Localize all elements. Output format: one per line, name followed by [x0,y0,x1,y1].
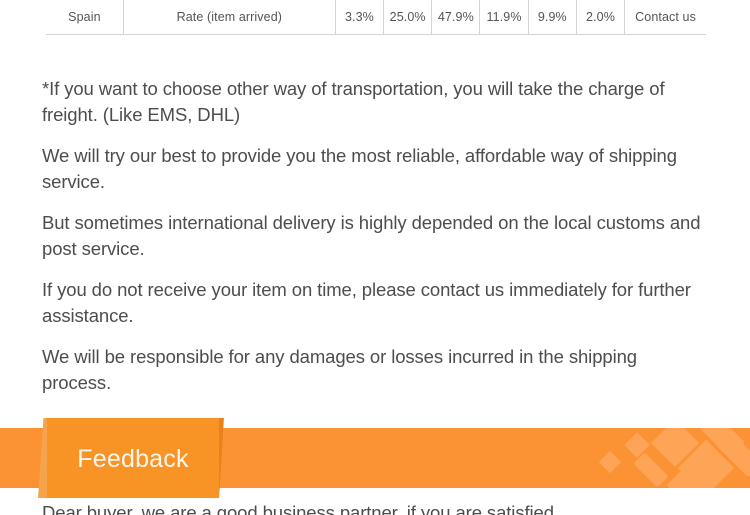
decorative-diamond-pattern [570,428,750,488]
shipping-notes: *If you want to choose other way of tran… [42,76,707,396]
note-paragraph-customs: But sometimes international delivery is … [42,212,701,259]
cell-pct-31-45: 11.9% [479,0,529,35]
shipping-rate-table: Canada Rate (item arrived) 0.0% 46.1% 30… [46,0,706,35]
table-row: Spain Rate (item arrived) 3.3% 25.0% 47.… [46,0,706,35]
cell-metric: Rate (item arrived) [122,0,336,35]
diamond-shape-icon [698,428,746,459]
feedback-intro-text-clipped: Dear buyer, we are a good business partn… [42,500,707,515]
diamond-shape-icon [650,428,700,468]
note-paragraph-reliable: We will try our best to provide you the … [42,145,677,192]
cell-pct-16-30: 47.9% [431,0,481,35]
diamond-shape-icon [715,430,750,478]
note-paragraph-freight: *If you want to choose other way of tran… [42,78,665,125]
cell-pct-60plus: 2.0% [575,0,626,35]
diamond-shape-icon [666,466,704,488]
diamond-shape-icon [633,452,669,488]
note-paragraph-contact: If you do not receive your item on time,… [42,279,691,326]
section-title-feedback: Feedback [77,444,189,473]
feedback-intro-paragraph: Dear buyer, we are a good business partn… [42,502,554,515]
ribbon-face: Feedback [47,418,219,498]
feedback-section-ribbon: Feedback [38,418,230,498]
rate-table: Canada Rate (item arrived) 0.0% 46.1% 30… [46,0,706,35]
diamond-shape-icon [598,450,622,474]
cell-pct-0-7: 3.3% [334,0,385,35]
rate-table-body: Canada Rate (item arrived) 0.0% 46.1% 30… [46,0,706,35]
cell-pct-8-15: 25.0% [383,0,433,35]
contact-us-link[interactable]: Contact us [624,0,706,35]
diamond-shape-icon [624,432,650,458]
diamond-shape-icon [677,439,735,488]
cell-pct-46-60: 9.9% [527,0,577,35]
cell-country: Spain [46,0,124,35]
note-paragraph-liability: We will be responsible for any damages o… [42,346,637,393]
